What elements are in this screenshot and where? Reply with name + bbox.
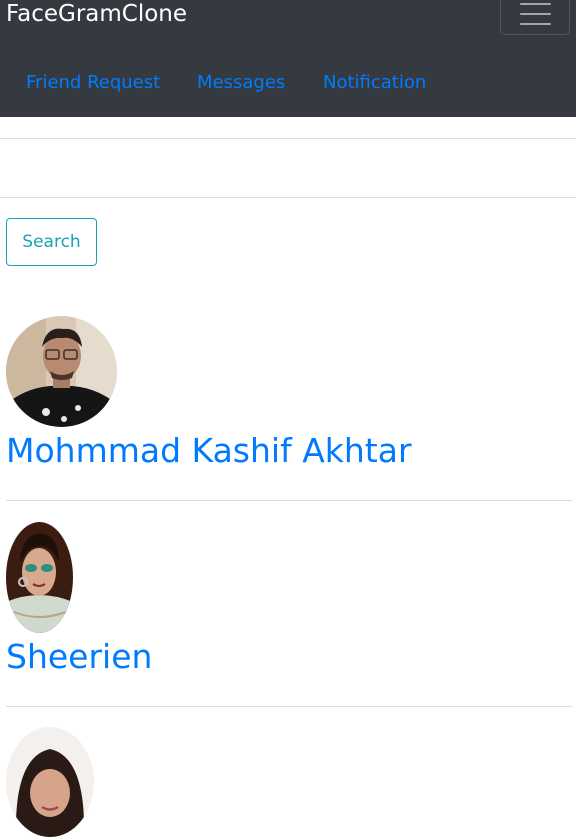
- nav-link-messages[interactable]: Messages: [197, 70, 285, 96]
- divider: [0, 197, 576, 198]
- avatar-photo: [6, 727, 94, 837]
- divider: [6, 706, 572, 707]
- nav-link-friend-request[interactable]: Friend Request: [26, 70, 160, 96]
- avatar-photo: [6, 522, 73, 633]
- top-navbar: FaceGramClone Friend Request Messages No…: [0, 0, 576, 117]
- hamburger-menu-icon: [520, 3, 551, 5]
- divider: [0, 138, 576, 139]
- user-name-link[interactable]: Mohmmad Kashif Akhtar: [6, 431, 412, 471]
- hamburger-bar: [520, 13, 551, 15]
- avatar[interactable]: [6, 727, 94, 837]
- hamburger-bar: [520, 23, 551, 25]
- navbar-toggler-button[interactable]: [500, 0, 570, 35]
- avatar[interactable]: [6, 316, 117, 427]
- search-button[interactable]: Search: [6, 218, 97, 266]
- avatar-photo: [6, 316, 117, 427]
- user-name-link[interactable]: Sheerien: [6, 637, 152, 677]
- brand-logo-text[interactable]: FaceGramClone: [6, 0, 187, 30]
- avatar[interactable]: [6, 522, 73, 633]
- nav-link-notification[interactable]: Notification: [323, 70, 426, 96]
- divider: [6, 500, 572, 501]
